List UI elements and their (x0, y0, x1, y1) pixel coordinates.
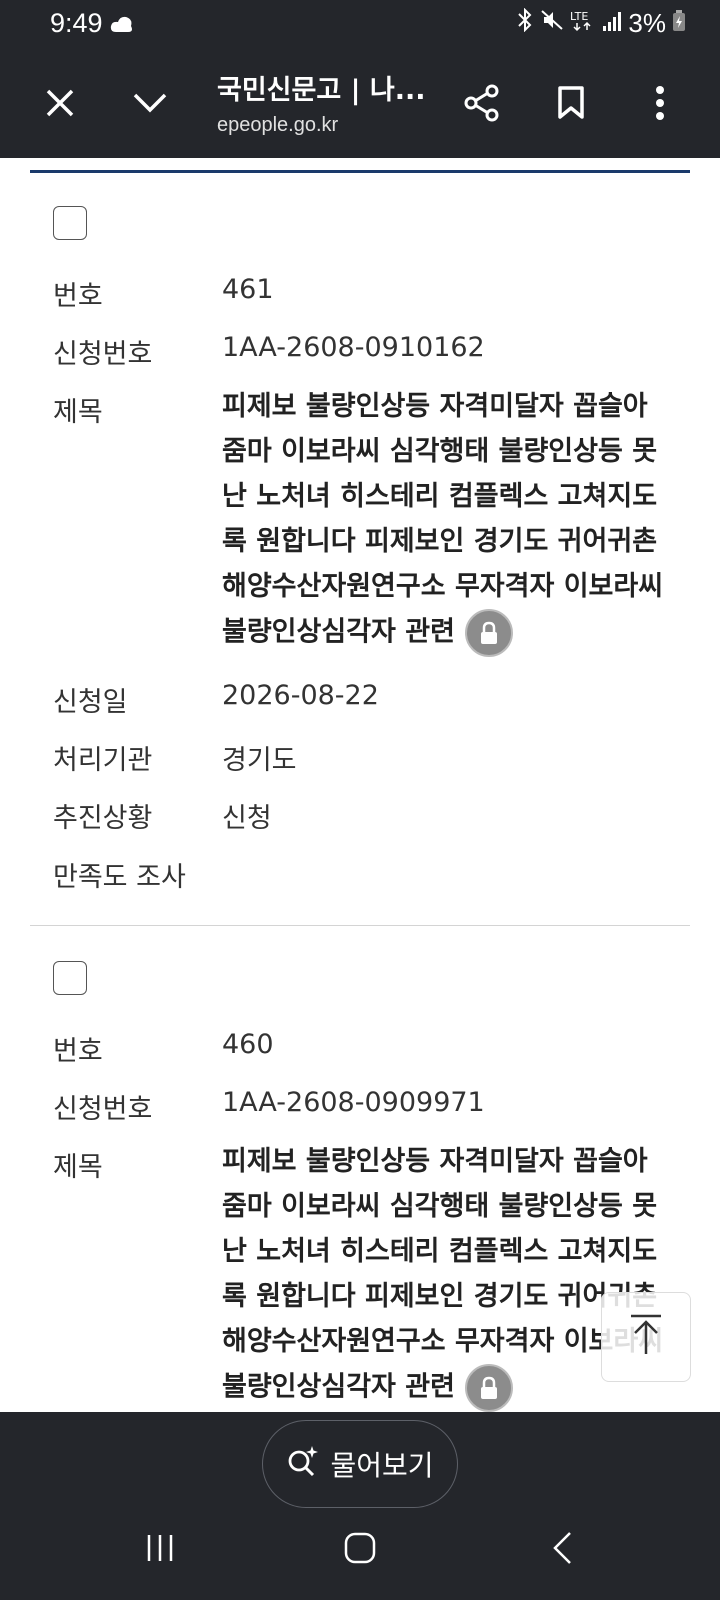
label-subject: 제목 (53, 397, 103, 428)
status-time: 9:49 (50, 8, 103, 38)
page-title[interactable]: 국민신문고 | 나... (217, 68, 425, 107)
label-status: 추진상황 (53, 803, 153, 834)
close-icon (45, 88, 75, 122)
arrow-up-to-top-icon (629, 1314, 663, 1360)
collapse-button[interactable] (114, 52, 186, 158)
more-menu-button[interactable] (624, 52, 696, 158)
label-app-number: 신청번호 (53, 339, 153, 370)
chevron-down-icon (132, 92, 168, 118)
share-button[interactable] (446, 52, 518, 158)
close-button[interactable] (24, 52, 96, 158)
share-icon (463, 84, 501, 126)
back-button[interactable] (512, 1500, 612, 1600)
item-app-number: 1AA-2608-0909971 (222, 1087, 485, 1118)
item-number: 461 (222, 274, 274, 305)
item-date: 2026-08-22 (222, 680, 379, 711)
browser-toolbar: 국민신문고 | 나... epeople.go.kr (0, 52, 720, 158)
label-number: 번호 (53, 281, 103, 312)
bookmark-icon (557, 86, 585, 124)
item-title[interactable]: 피제보 불량인상등 자격미달자 꼽슬아줌마 이보라씨 심각행태 불량인상등 못난… (222, 391, 663, 648)
label-date: 신청일 (53, 687, 128, 718)
lte-icon: LTE (570, 8, 596, 39)
cloud-icon (110, 14, 134, 38)
label-subject: 제목 (53, 1152, 103, 1183)
bottom-bar: 물어보기 (0, 1412, 720, 1600)
bookmark-button[interactable] (535, 52, 607, 158)
back-icon (551, 1531, 573, 1569)
recent-apps-button[interactable] (110, 1500, 210, 1600)
lock-icon (464, 1364, 513, 1412)
item-agency: 경기도 (222, 745, 297, 776)
bluetooth-icon (516, 7, 534, 39)
scroll-to-top-button[interactable] (601, 1292, 691, 1382)
more-vert-icon (655, 86, 665, 124)
item-divider (30, 925, 690, 926)
list-top-border (30, 170, 690, 173)
label-agency: 처리기관 (53, 745, 153, 776)
lock-icon (464, 609, 513, 657)
item-title[interactable]: 피제보 불량인상등 자격미달자 꼽슬아줌마 이보라씨 심각행태 불량인상등 못난… (222, 1146, 663, 1403)
system-nav-bar (0, 1500, 720, 1600)
signal-icon (602, 8, 622, 39)
home-button[interactable] (310, 1500, 410, 1600)
svg-text:LTE: LTE (570, 10, 588, 23)
battery-text: 3% (628, 8, 666, 38)
label-number: 번호 (53, 1036, 103, 1067)
item-checkbox[interactable] (53, 206, 87, 240)
page-url[interactable]: epeople.go.kr (217, 114, 338, 137)
item-checkbox[interactable] (53, 961, 87, 995)
item-app-number: 1AA-2608-0910162 (222, 332, 485, 363)
mute-icon (540, 8, 564, 39)
home-icon (344, 1532, 376, 1568)
ask-button[interactable]: 물어보기 (262, 1420, 458, 1508)
recent-apps-icon (145, 1533, 175, 1567)
status-icons: LTE 3% (516, 7, 686, 39)
status-bar: 9:49 LTE 3% (0, 0, 720, 52)
item-status: 신청 (222, 803, 272, 834)
item-number: 460 (222, 1029, 274, 1060)
sparkle-search-icon (286, 1444, 320, 1485)
label-survey: 만족도 조사 (53, 862, 186, 893)
ask-label: 물어보기 (330, 1449, 434, 1482)
page-content[interactable]: 번호 461 신청번호 1AA-2608-0910162 제목 피제보 불량인상… (0, 158, 720, 1412)
item-title-block[interactable]: 피제보 불량인상등 자격미달자 꼽슬아줌마 이보라씨 심각행태 불량인상등 못난… (222, 384, 672, 657)
battery-icon (672, 8, 686, 39)
label-app-number: 신청번호 (53, 1094, 153, 1125)
